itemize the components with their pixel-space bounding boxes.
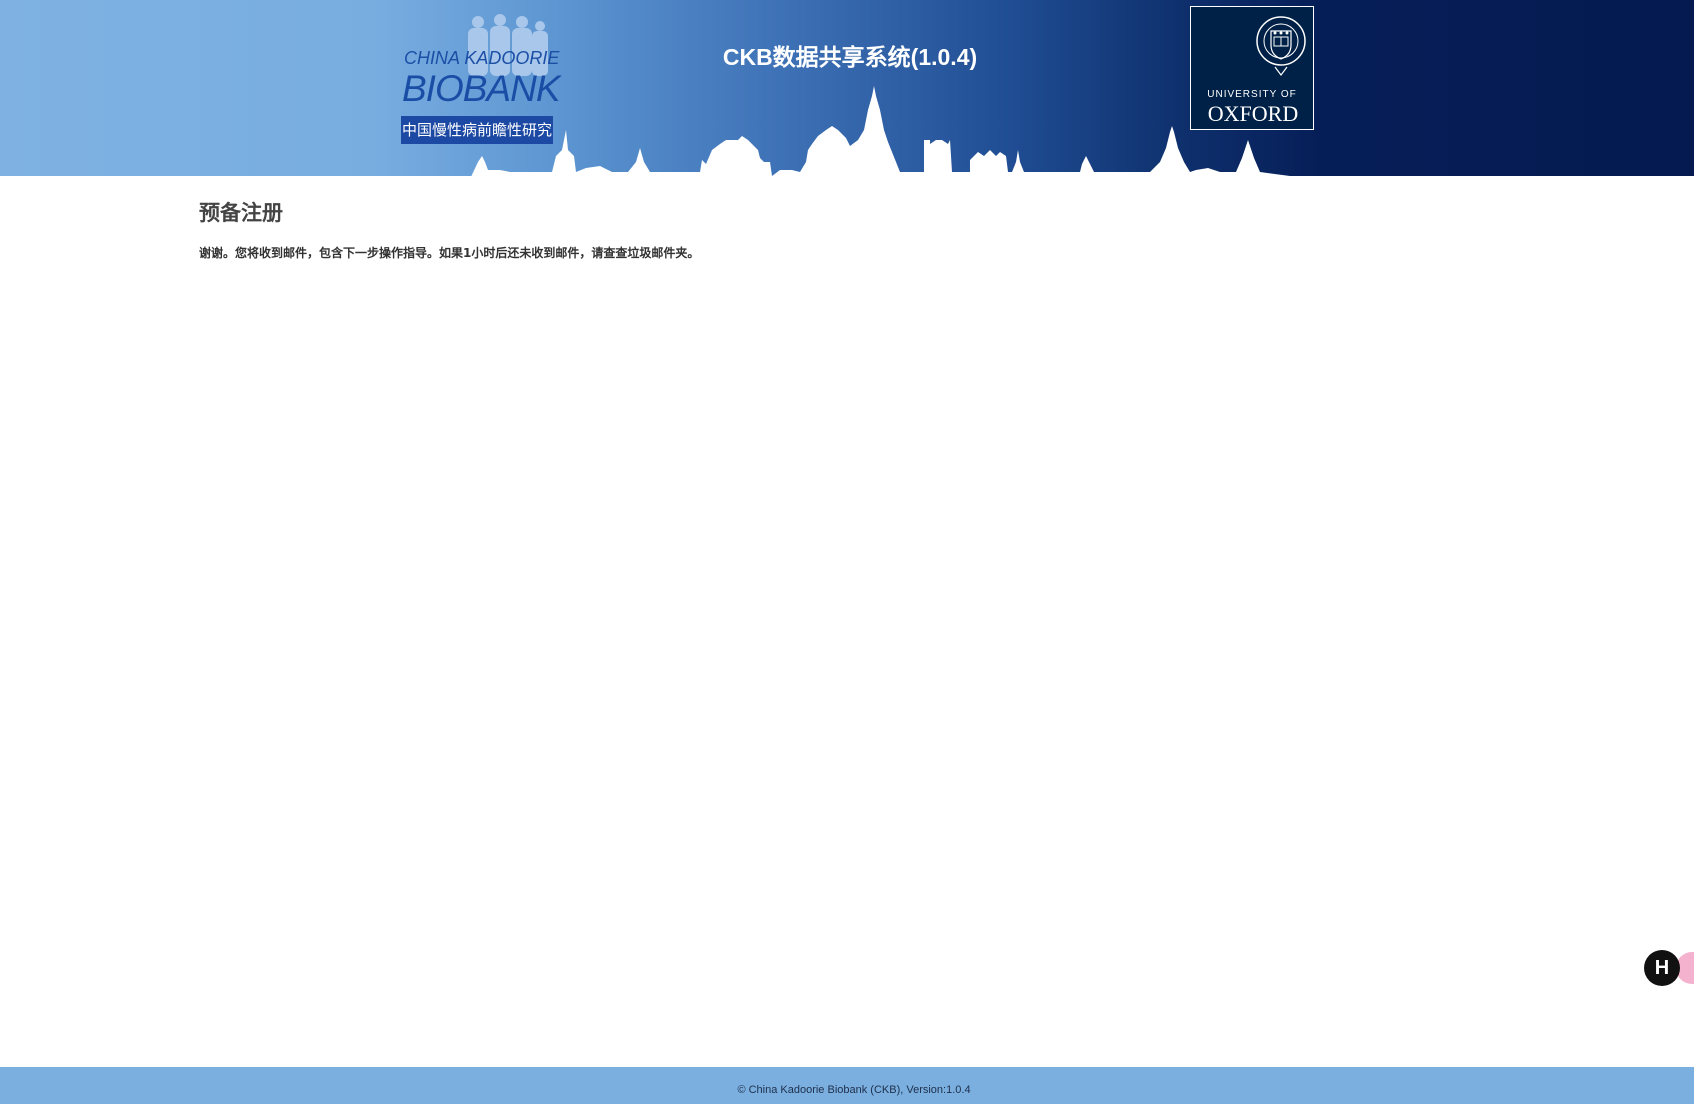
ckb-logo-banner: 中国慢性病前瞻性研究 bbox=[401, 116, 553, 144]
h-assistant-icon[interactable]: H bbox=[1644, 950, 1680, 986]
confirmation-message: 谢谢。您将收到邮件，包含下一步操作指导。如果1小时后还未收到邮件，请查查垃圾邮件… bbox=[199, 246, 700, 260]
app-title: CKB数据共享系统(1.0.4) bbox=[722, 44, 978, 70]
ckb-logo[interactable]: CHINA KADOORIE BIOBANK 中国慢性病前瞻性研究 bbox=[398, 12, 560, 148]
page-root: CHINA KADOORIE BIOBANK 中国慢性病前瞻性研究 CKB数据共… bbox=[0, 0, 1694, 1104]
ckb-logo-line2: BIOBANK bbox=[402, 68, 560, 109]
footer-copyright: © China Kadoorie Biobank (CKB), Version:… bbox=[737, 1084, 971, 1096]
oxford-logo[interactable]: UNIVERSITY OF OXFORD bbox=[1190, 6, 1314, 130]
oxford-name-label: OXFORD bbox=[1207, 101, 1299, 126]
oxford-skyline-silhouette bbox=[0, 86, 1694, 180]
oxford-university-of-label: UNIVERSITY OF bbox=[1207, 89, 1297, 100]
oxford-crest-icon bbox=[1256, 16, 1306, 76]
site-footer: © China Kadoorie Biobank (CKB), Version:… bbox=[0, 1067, 1694, 1104]
page-title: 预备注册 bbox=[199, 201, 283, 225]
site-header: CHINA KADOORIE BIOBANK 中国慢性病前瞻性研究 CKB数据共… bbox=[0, 0, 1694, 180]
